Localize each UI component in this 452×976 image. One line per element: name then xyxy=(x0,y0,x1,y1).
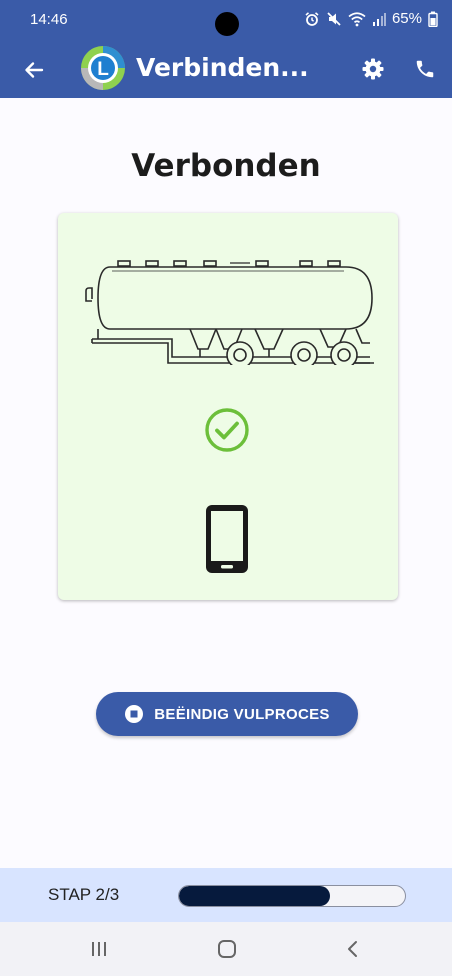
camera-cutout xyxy=(215,12,239,36)
battery-icon xyxy=(428,11,438,27)
back-button[interactable] xyxy=(20,56,48,84)
system-nav-bar xyxy=(0,922,452,976)
status-time: 14:46 xyxy=(30,11,68,28)
status-bar: 14:46 65% xyxy=(0,0,452,42)
step-label: STAP 2/3 xyxy=(48,885,120,904)
app-bar: L Verbinden... xyxy=(0,42,452,98)
alarm-icon xyxy=(305,11,319,26)
phone-icon xyxy=(416,60,434,78)
progress-fill xyxy=(179,886,331,906)
end-filling-process-button[interactable]: BEËINDIG VULPROCES xyxy=(96,692,358,736)
home-icon[interactable] xyxy=(216,938,238,960)
progress-track xyxy=(178,885,406,907)
settings-button[interactable] xyxy=(358,54,388,84)
check-circle-icon xyxy=(205,408,249,452)
page-title: Verbinden... xyxy=(136,53,309,82)
recents-icon[interactable] xyxy=(88,938,110,960)
tanker-trailer-illustration xyxy=(85,260,374,365)
smartphone-icon xyxy=(206,505,248,573)
step-progress-bar: STAP 2/3 xyxy=(0,868,452,922)
wifi-icon xyxy=(348,11,366,26)
gear-icon xyxy=(362,58,384,80)
main-content: Verbonden BEËINDIG VULPROCES xyxy=(0,98,452,868)
connection-status-heading: Verbonden xyxy=(131,148,321,184)
status-icons: 65% xyxy=(304,10,438,27)
app-logo: L xyxy=(81,46,125,90)
mute-icon xyxy=(327,11,341,26)
connection-card xyxy=(58,213,398,600)
signal-icon xyxy=(372,12,386,26)
end-filling-process-label: BEËINDIG VULPROCES xyxy=(154,705,330,723)
stop-circle-icon xyxy=(124,704,144,724)
call-button[interactable] xyxy=(410,54,440,84)
logo-letter: L xyxy=(97,59,109,80)
battery-percentage: 65% xyxy=(391,10,422,27)
back-icon[interactable] xyxy=(342,938,364,960)
arrow-back-icon xyxy=(25,62,44,78)
